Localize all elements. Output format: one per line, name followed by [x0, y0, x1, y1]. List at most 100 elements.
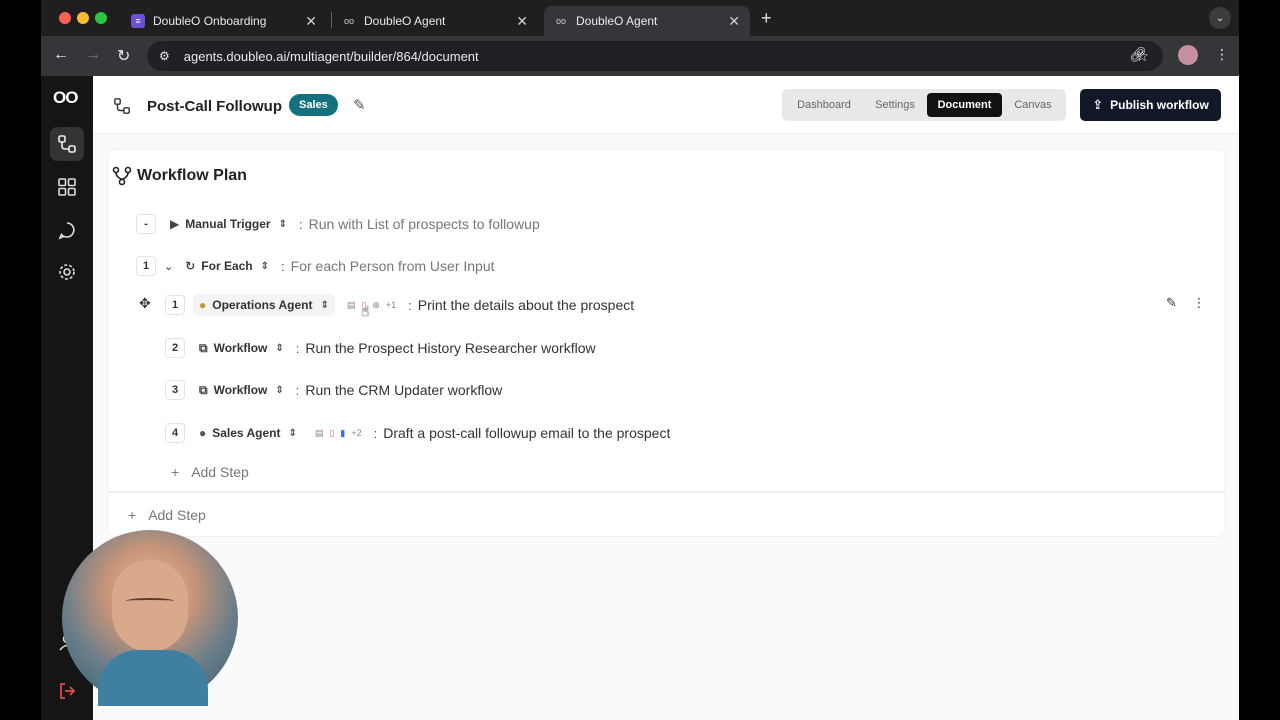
page-title: Post-Call Followup	[147, 98, 282, 115]
page-header: Post-Call Followup Sales ✎ Dashboard Set…	[93, 76, 1239, 134]
view-switcher: Dashboard Settings Document Canvas	[782, 89, 1066, 121]
add-step-inner-button[interactable]: + Add Step	[171, 464, 249, 480]
main-content: Post-Call Followup Sales ✎ Dashboard Set…	[93, 76, 1239, 720]
presenter-eyes	[126, 598, 174, 604]
step-number: 1	[136, 256, 156, 276]
chat-bubble-icon[interactable]	[55, 218, 79, 242]
agent-avatar-icon: ●	[199, 426, 207, 440]
loop-type-label: For Each	[201, 259, 253, 273]
more-tools-count: +1	[385, 300, 397, 310]
step-description[interactable]: Run the Prospect History Researcher work…	[305, 340, 595, 356]
section-divider	[108, 491, 1225, 493]
database-tool-icon: ▤	[314, 427, 324, 438]
minimize-window-button[interactable]	[77, 12, 89, 24]
loop-description[interactable]: For each Person from User Input	[291, 258, 495, 274]
tab-settings[interactable]: Settings	[864, 93, 926, 117]
browser-tab-agent[interactable]: oo DoubleO Agent ✕	[332, 6, 538, 36]
step-row: 1 ● Operations Agent ⇕ ▤ ▯ ⊕ +1 : Print …	[165, 292, 634, 318]
close-tab-icon[interactable]: ✕	[728, 13, 740, 30]
tab-title: DoubleO Agent	[576, 14, 658, 28]
workflow-icon: ⧉	[199, 340, 208, 355]
select-caret-icon: ⇕	[275, 384, 284, 396]
reload-icon[interactable]: ↻	[117, 46, 130, 66]
browser-tab-agent-active[interactable]: oo DoubleO Agent ✕	[544, 6, 750, 36]
step-workflow-select[interactable]: ⧉ Workflow ⇕	[193, 379, 290, 401]
close-tab-icon[interactable]: ✕	[305, 13, 317, 30]
step-description[interactable]: Print the details about the prospect	[418, 297, 634, 313]
settings-gear-icon[interactable]	[55, 260, 79, 284]
workflow-plan-icon	[112, 166, 132, 191]
agent-avatar-icon: ●	[199, 298, 207, 312]
step-tools: ✎ ⋮	[1166, 295, 1206, 311]
collapse-chevron-icon[interactable]: ⌄	[164, 260, 173, 273]
database-tool-icon: ▤	[346, 299, 356, 310]
presenter-head	[112, 560, 188, 652]
forward-arrow-icon[interactable]: →	[85, 46, 101, 64]
step-workflow-select[interactable]: ⧉ Workflow ⇕	[193, 337, 290, 359]
colon-separator: :	[373, 425, 378, 441]
step-row: 4 ● Sales Agent ⇕ ▤ ▯ ▮ +2 : Draft a pos…	[165, 420, 670, 446]
tab-dashboard[interactable]: Dashboard	[786, 93, 862, 117]
back-arrow-icon[interactable]: ←	[53, 46, 69, 64]
colon-separator: :	[408, 297, 412, 313]
trigger-type-label: Manual Trigger	[185, 217, 271, 231]
tab-document[interactable]: Document	[927, 93, 1002, 117]
tab-canvas[interactable]: Canvas	[1004, 93, 1062, 117]
publish-workflow-button[interactable]: ⇪ Publish workflow	[1080, 89, 1221, 121]
workflow-plan-title: Workflow Plan	[137, 167, 247, 184]
tab-search-chevron-icon[interactable]: ⌄	[1209, 7, 1231, 29]
plus-icon: +	[128, 507, 137, 523]
step-type-label: Workflow	[213, 341, 268, 355]
step-row: 3 ⧉ Workflow ⇕ : Run the CRM Updater wor…	[165, 377, 502, 403]
category-badge: Sales	[289, 94, 338, 116]
profile-avatar[interactable]	[1178, 45, 1198, 65]
edit-step-pencil-icon[interactable]: ✎	[1166, 295, 1177, 310]
presenter-shirt	[98, 650, 208, 706]
colon-separator: :	[298, 216, 303, 232]
step-agent-select[interactable]: ● Operations Agent ⇕	[193, 294, 335, 316]
globe-tool-icon: ⊕	[372, 299, 380, 310]
address-bar[interactable]: ⚙ agents.doubleo.ai/multiagent/builder/8…	[147, 41, 1163, 71]
link-icon[interactable]: 🔗︎	[1129, 46, 1147, 63]
loop-row: 1 ⌄ ↻ For Each ⇕ : For each Person from …	[136, 253, 495, 279]
workflow-icon	[113, 97, 131, 120]
url-text: agents.doubleo.ai/multiagent/builder/864…	[183, 48, 479, 64]
plus-icon: +	[171, 464, 180, 480]
select-caret-icon: ⇕	[278, 218, 287, 230]
site-settings-icon[interactable]: ⚙	[159, 49, 170, 63]
webcam-overlay	[62, 530, 238, 706]
add-step-label: Add Step	[148, 507, 206, 523]
add-step-outer-button[interactable]: + Add Step	[128, 507, 206, 523]
step-description[interactable]: Draft a post-call followup email to the …	[383, 425, 670, 441]
pdf-tool-icon: ▯	[329, 427, 335, 438]
dashboard-grid-icon[interactable]	[55, 175, 79, 199]
workflow-nav-icon[interactable]	[50, 127, 84, 161]
colon-separator: :	[295, 340, 300, 356]
drag-handle-move-icon[interactable]: ✥	[139, 295, 151, 312]
browser-menu-icon[interactable]: ⋮	[1215, 46, 1229, 63]
step-description[interactable]: Run the CRM Updater workflow	[305, 382, 502, 398]
edit-title-pencil-icon[interactable]: ✎	[353, 96, 366, 114]
add-step-label: Add Step	[191, 464, 249, 480]
tab-title: DoubleO Onboarding	[153, 14, 267, 28]
step-agent-select[interactable]: ● Sales Agent ⇕	[193, 422, 303, 444]
trigger-description[interactable]: Run with List of prospects to followup	[309, 216, 540, 232]
app-logo[interactable]: OO	[53, 88, 78, 108]
new-tab-icon[interactable]: +	[761, 8, 772, 29]
step-more-menu-icon[interactable]: ⋮	[1193, 295, 1206, 310]
logout-icon[interactable]	[55, 679, 79, 703]
trigger-type-select[interactable]: ▶ Manual Trigger ⇕	[164, 213, 293, 235]
select-caret-icon: ⇕	[288, 427, 297, 439]
loop-type-select[interactable]: ↻ For Each ⇕	[179, 255, 275, 277]
close-window-button[interactable]	[59, 12, 71, 24]
trigger-row: - ▶ Manual Trigger ⇕ : Run with List of …	[136, 211, 540, 237]
close-tab-icon[interactable]: ✕	[516, 13, 528, 30]
more-tools-count: +2	[351, 428, 362, 438]
browser-tab-onboarding[interactable]: ≡ DoubleO Onboarding ✕	[121, 6, 327, 36]
mouse-pointer-icon: ☝	[361, 303, 370, 319]
select-caret-icon: ⇕	[260, 260, 270, 272]
upload-icon: ⇪	[1092, 97, 1104, 112]
step-number: 1	[165, 295, 185, 315]
colon-separator: :	[295, 382, 300, 398]
maximize-window-button[interactable]	[95, 12, 107, 24]
